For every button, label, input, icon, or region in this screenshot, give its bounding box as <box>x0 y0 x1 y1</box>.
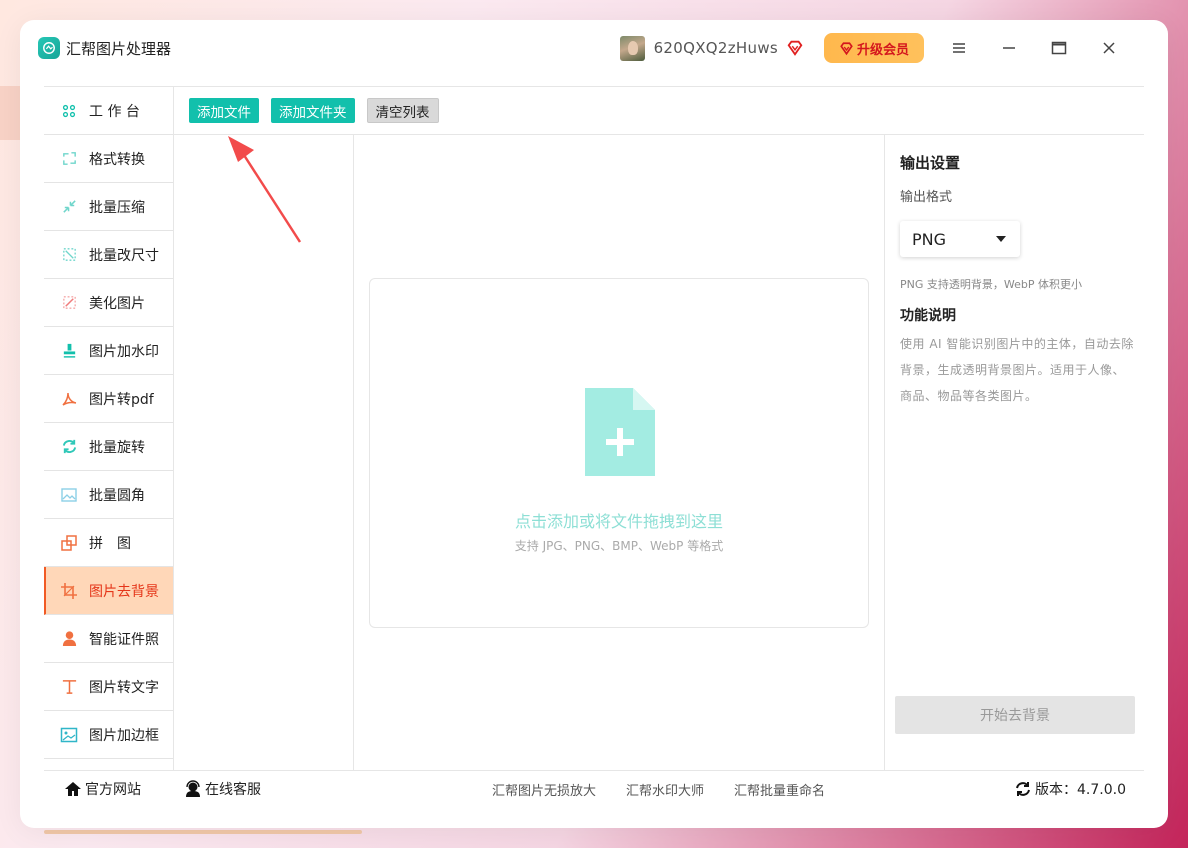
text-icon <box>60 678 78 696</box>
add-file-button[interactable]: 添加文件 <box>189 98 259 123</box>
sidebar: 工 作 台 格式转换 批量压缩 批量改尺寸 美化图片 图片加水印 图片转pdf … <box>44 86 174 770</box>
sidebar-item-workbench[interactable]: 工 作 台 <box>44 87 173 135</box>
image-icon <box>60 486 78 504</box>
crop-icon <box>60 582 78 600</box>
sidebar-item-label: 批量压缩 <box>89 199 145 216</box>
dropzone-subtitle: 支持 JPG、PNG、BMP、WebP 等格式 <box>514 539 724 553</box>
title-bar: 汇帮图片处理器 620QXQ2zHuws 升级会员 <box>24 24 1124 72</box>
file-list-panel <box>174 135 354 770</box>
settings-title: 输出设置 <box>900 154 961 172</box>
sidebar-item-label: 图片去背景 <box>89 583 159 600</box>
footer-link-watermark[interactable]: 汇帮水印大师 <box>626 771 704 807</box>
upgrade-vip-button[interactable]: 升级会员 <box>824 33 924 63</box>
beautify-icon <box>60 294 78 312</box>
official-site-label: 官方网站 <box>85 782 141 798</box>
sidebar-item-batch-compress[interactable]: 批量压缩 <box>44 183 173 231</box>
format-select[interactable]: PNG <box>900 221 1020 257</box>
grid-icon <box>60 102 78 120</box>
background-accent-bar <box>44 830 362 834</box>
clear-list-button[interactable]: 清空列表 <box>366 98 439 123</box>
caret-down-icon <box>996 236 1006 242</box>
close-icon <box>1103 42 1115 54</box>
footer-link-upscale[interactable]: 汇帮图片无损放大 <box>492 771 596 807</box>
upgrade-vip-label: 升级会员 <box>856 42 909 58</box>
compress-icon <box>60 198 78 216</box>
sidebar-item-image-to-text[interactable]: 图片转文字 <box>44 663 173 711</box>
vip-diamond-icon <box>787 40 803 56</box>
app-title: 汇帮图片处理器 <box>66 39 172 58</box>
sidebar-item-label: 图片转文字 <box>89 679 159 696</box>
frame-icon <box>60 726 78 744</box>
sidebar-item-label: 智能证件照 <box>89 631 159 648</box>
sidebar-item-label: 图片加边框 <box>89 727 159 744</box>
person-icon <box>60 630 78 648</box>
customer-service-icon <box>186 780 200 797</box>
stamp-icon <box>60 342 78 360</box>
pdf-icon <box>60 390 78 408</box>
minimize-button[interactable] <box>994 33 1024 63</box>
version-label: 版本：4.7.0.0 <box>1035 782 1126 798</box>
add-folder-button[interactable]: 添加文件夹 <box>271 98 355 123</box>
maximize-icon <box>1051 41 1067 55</box>
sidebar-item-add-border[interactable]: 图片加边框 <box>44 711 173 759</box>
avatar[interactable] <box>619 35 645 61</box>
function-title: 功能说明 <box>900 308 956 324</box>
minimize-icon <box>1003 47 1015 49</box>
start-remove-background-button[interactable]: 开始去背景 <box>895 696 1135 734</box>
home-icon <box>65 782 81 796</box>
add-file-icon <box>585 388 655 476</box>
drop-area: 点击添加或将文件拖拽到这里 支持 JPG、PNG、BMP、WebP 等格式 <box>354 135 884 770</box>
format-label: 输出格式 <box>900 190 953 205</box>
function-description: 使用 AI 智能识别图片中的主体，自动去除背景，生成透明背景图片。适用于人像、商… <box>900 337 1134 403</box>
official-site-link[interactable]: 官方网站 <box>64 771 141 807</box>
sidebar-item-label: 拼 图 <box>89 535 131 552</box>
sidebar-item-round-corner[interactable]: 批量圆角 <box>44 471 173 519</box>
resize-icon <box>60 246 78 264</box>
sidebar-item-batch-resize[interactable]: 批量改尺寸 <box>44 231 173 279</box>
sidebar-item-label: 图片转pdf <box>89 391 154 408</box>
hamburger-icon <box>953 43 965 53</box>
format-select-value: PNG <box>912 229 947 249</box>
refresh-icon <box>1016 782 1030 796</box>
puzzle-icon <box>60 534 78 552</box>
sidebar-item-label: 格式转换 <box>89 151 145 168</box>
online-service-label: 在线客服 <box>205 782 261 798</box>
app-logo-icon <box>38 37 60 59</box>
vip-diamond-icon <box>840 41 853 55</box>
sidebar-item-label: 美化图片 <box>89 295 145 312</box>
toolbar: 添加文件 添加文件夹 清空列表 <box>174 86 1144 135</box>
close-button[interactable] <box>1094 33 1124 63</box>
online-service-link[interactable]: 在线客服 <box>184 771 261 807</box>
sidebar-item-label: 批量旋转 <box>89 439 145 456</box>
sidebar-item-label: 图片加水印 <box>89 343 159 360</box>
sidebar-item-label: 批量圆角 <box>89 487 145 504</box>
file-dropzone[interactable]: 点击添加或将文件拖拽到这里 支持 JPG、PNG、BMP、WebP 等格式 <box>369 278 869 628</box>
maximize-button[interactable] <box>1044 33 1074 63</box>
sidebar-item-to-pdf[interactable]: 图片转pdf <box>44 375 173 423</box>
rotate-icon <box>60 438 78 456</box>
sidebar-item-label: 工 作 台 <box>89 103 140 120</box>
dropzone-title: 点击添加或将文件拖拽到这里 <box>514 512 723 531</box>
sidebar-item-watermark[interactable]: 图片加水印 <box>44 327 173 375</box>
menu-button[interactable] <box>944 33 974 63</box>
format-hint: PNG 支持透明背景，WebP 体积更小 <box>900 278 1082 291</box>
footer-link-rename[interactable]: 汇帮批量重命名 <box>734 771 825 807</box>
sidebar-item-id-photo[interactable]: 智能证件照 <box>44 615 173 663</box>
settings-panel: 输出设置 输出格式 PNG PNG 支持透明背景，WebP 体积更小 功能说明 … <box>884 135 1144 770</box>
sidebar-item-remove-background[interactable]: 图片去背景 <box>44 567 173 615</box>
sidebar-item-collage[interactable]: 拼 图 <box>44 519 173 567</box>
sidebar-item-label: 批量改尺寸 <box>89 247 159 264</box>
footer: 官方网站 在线客服 汇帮图片无损放大 汇帮水印大师 汇帮批量重命名 版本：4.7… <box>44 770 1144 806</box>
sidebar-item-format-convert[interactable]: 格式转换 <box>44 135 173 183</box>
sidebar-item-beautify[interactable]: 美化图片 <box>44 279 173 327</box>
convert-icon <box>60 150 78 168</box>
sidebar-item-batch-rotate[interactable]: 批量旋转 <box>44 423 173 471</box>
version-check[interactable]: 版本：4.7.0.0 <box>1014 771 1126 807</box>
username[interactable]: 620QXQ2zHuws <box>654 39 778 57</box>
